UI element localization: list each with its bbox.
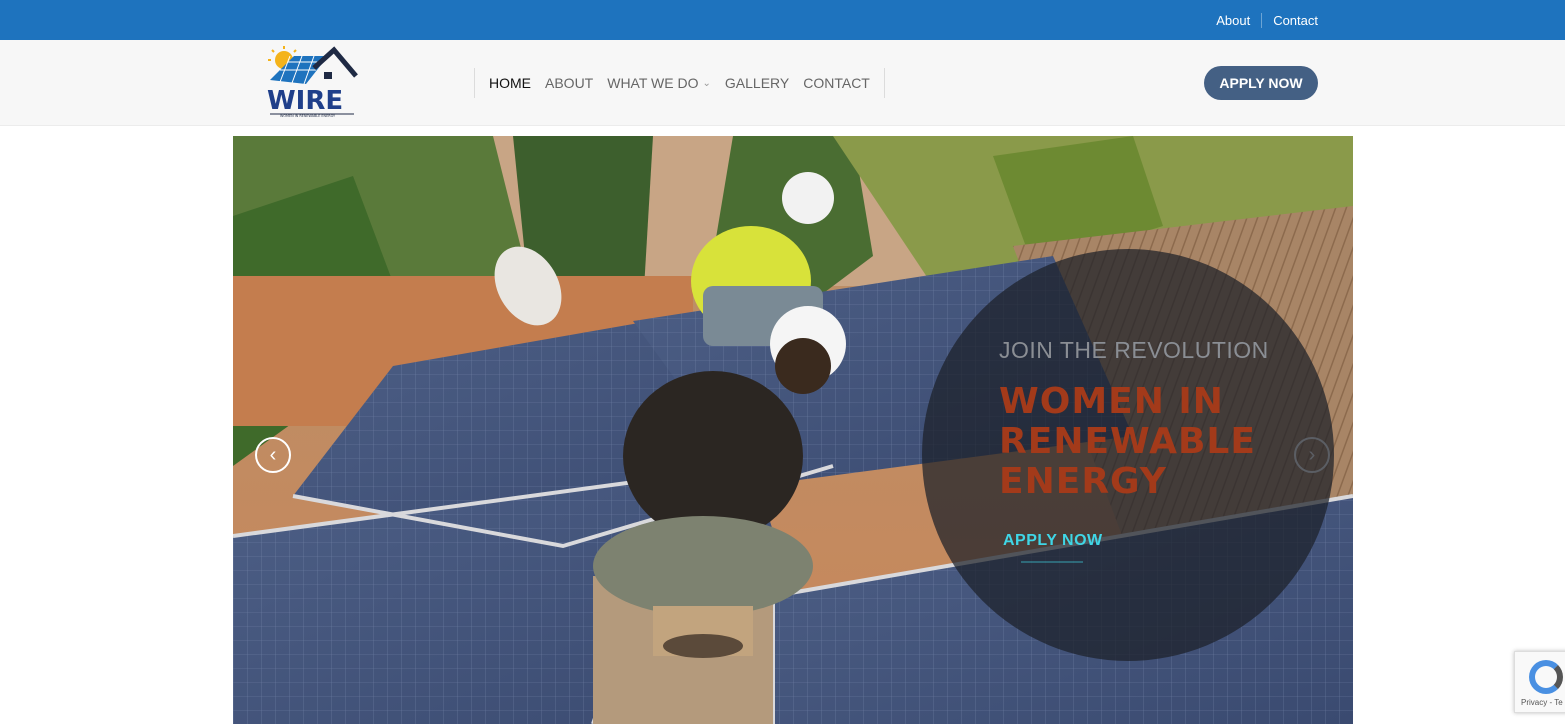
chevron-left-icon: ‹ (269, 443, 277, 466)
nav-item-what-we-do[interactable]: WHAT WE DO ⌄ (607, 75, 711, 91)
nav-item-home[interactable]: HOME (489, 75, 531, 91)
wire-logo[interactable]: WIRE WOMEN IN RENEWABLE ENERGY (266, 46, 358, 118)
recaptcha-text[interactable]: Privacy - Te (1521, 698, 1563, 707)
hero-slider: ‹ › JOIN THE REVOLUTION WOMEN IN RENEWAB… (233, 136, 1353, 724)
top-bar: About Contact (0, 0, 1565, 40)
hero-apply-underline (1021, 561, 1083, 563)
hero-apply-link[interactable]: APPLY NOW (1003, 532, 1103, 550)
header-apply-button[interactable]: APPLY NOW (1204, 66, 1318, 100)
hero-headline: WOMEN IN RENEWABLE ENERGY (999, 381, 1256, 502)
main-nav: HOME ABOUT WHAT WE DO ⌄ GALLERY CONTACT (474, 68, 885, 98)
slider-prev-button[interactable]: ‹ (255, 437, 291, 473)
recaptcha-icon (1529, 660, 1563, 694)
logo-text: WIRE (267, 86, 343, 116)
site-header: WIRE WOMEN IN RENEWABLE ENERGY HOME ABOU… (0, 40, 1565, 126)
top-link-about[interactable]: About (1205, 13, 1261, 28)
chevron-down-icon: ⌄ (702, 77, 711, 89)
top-links: About Contact (1205, 0, 1318, 40)
nav-item-gallery[interactable]: GALLERY (725, 75, 789, 91)
hero-kicker: JOIN THE REVOLUTION (999, 337, 1269, 363)
top-link-contact[interactable]: Contact (1262, 13, 1318, 28)
logo-tagline: WOMEN IN RENEWABLE ENERGY (280, 114, 336, 118)
nav-item-what-we-do-label: WHAT WE DO (607, 75, 699, 91)
recaptcha-badge[interactable]: Privacy - Te (1514, 651, 1565, 713)
nav-item-about[interactable]: ABOUT (545, 75, 593, 91)
nav-item-contact[interactable]: CONTACT (803, 75, 870, 91)
